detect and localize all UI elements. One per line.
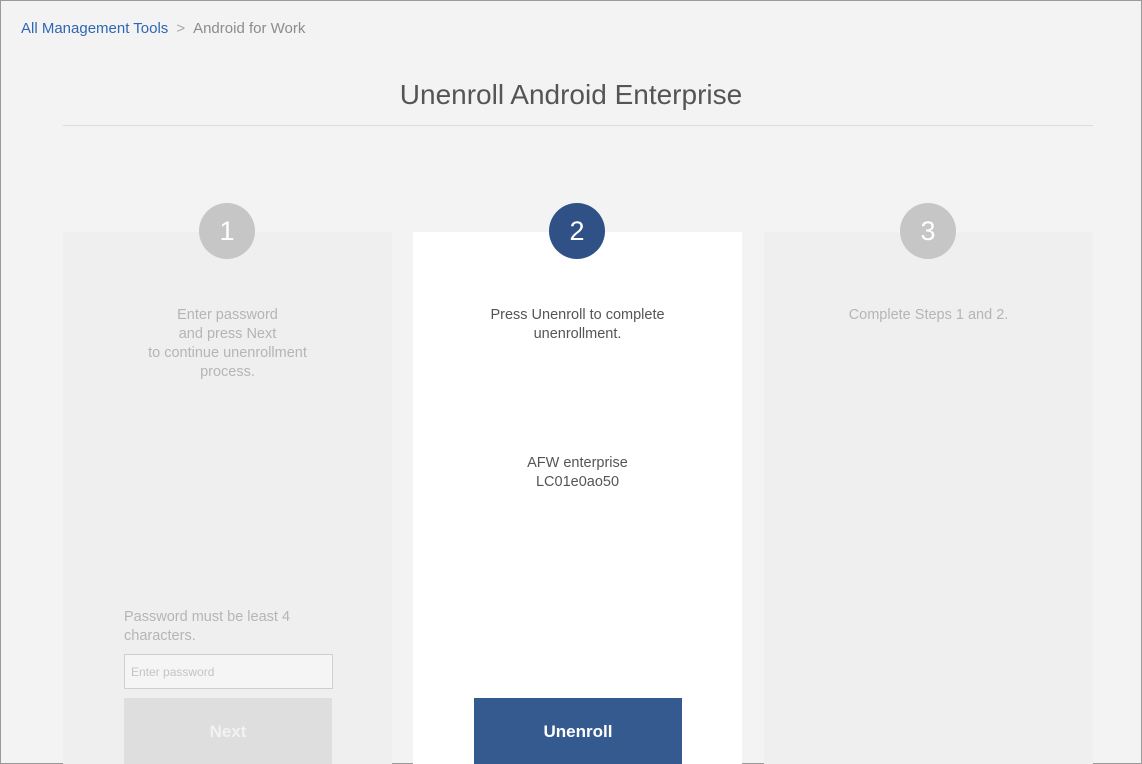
- enterprise-name: AFW enterprise LC01e0ao50: [527, 455, 628, 490]
- breadcrumb-all-management-tools[interactable]: All Management Tools: [21, 20, 168, 37]
- step-1-instructions: Enter password and press Next to continu…: [148, 307, 307, 380]
- unenroll-button[interactable]: Unenroll: [474, 698, 682, 764]
- step-2-panel: Press Unenroll to complete unenrollment.…: [413, 232, 742, 764]
- breadcrumb: All Management Tools > Android for Work: [21, 20, 305, 37]
- step-2-number-badge: 2: [549, 203, 605, 259]
- step-3-instructions: Complete Steps 1 and 2.: [848, 307, 1009, 323]
- step-3-number-badge: 3: [900, 203, 956, 259]
- password-hint: Password must be least 4 characters.: [124, 609, 291, 644]
- password-input[interactable]: [124, 654, 333, 689]
- page-title: Unenroll Android Enterprise: [399, 79, 743, 110]
- step-1-panel: Enter password and press Next to continu…: [63, 232, 392, 764]
- breadcrumb-current: Android for Work: [193, 20, 306, 37]
- step-3-panel: Complete Steps 1 and 2.: [764, 232, 1093, 764]
- next-button[interactable]: Next: [124, 698, 332, 764]
- step-2-instructions: Press Unenroll to complete unenrollment.: [490, 307, 665, 342]
- step-1-number-badge: 1: [199, 203, 255, 259]
- breadcrumb-separator: >: [176, 20, 186, 37]
- title-divider: [63, 125, 1093, 126]
